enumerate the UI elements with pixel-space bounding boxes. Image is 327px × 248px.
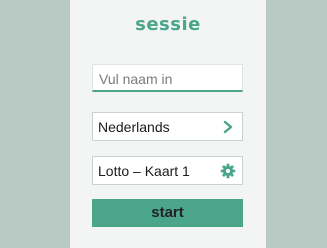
start-button[interactable]: start — [92, 199, 243, 227]
name-input-placeholder: Vul naam in — [99, 71, 173, 87]
app-logo: sessie — [135, 14, 201, 35]
language-select[interactable]: Nederlands — [92, 112, 243, 141]
chevron-right-icon — [223, 120, 233, 134]
gear-icon[interactable] — [220, 163, 236, 179]
language-select-value: Nederlands — [98, 119, 170, 135]
name-input[interactable]: Vul naam in — [92, 64, 243, 92]
card-select[interactable]: Lotto – Kaart 1 — [92, 156, 243, 185]
card-select-value: Lotto – Kaart 1 — [98, 163, 190, 179]
login-panel: sessie Vul naam in Nederlands Lotto – Ka… — [70, 0, 266, 248]
